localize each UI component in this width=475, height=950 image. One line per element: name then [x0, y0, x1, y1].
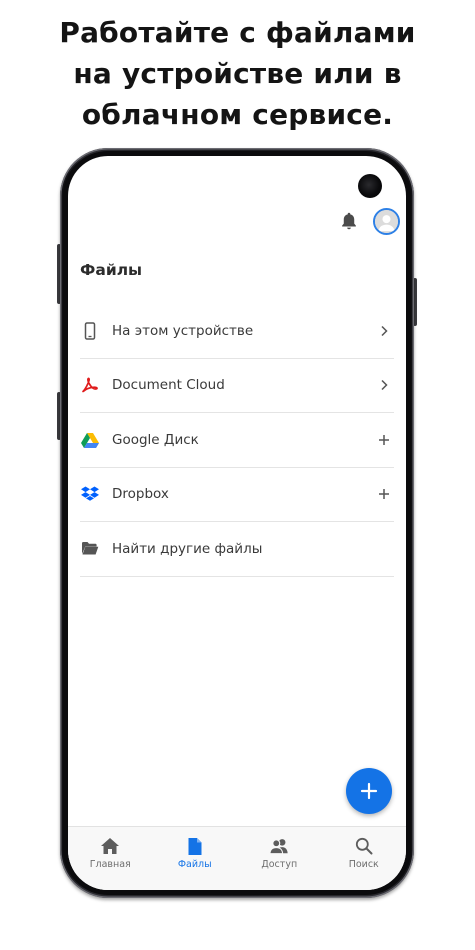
user-avatar-icon[interactable] — [373, 208, 400, 235]
home-icon — [100, 836, 120, 856]
location-document-cloud[interactable]: Document Cloud — [80, 359, 394, 413]
folder-icon — [81, 540, 99, 558]
nav-home[interactable]: Главная — [68, 827, 153, 890]
bell-icon[interactable] — [338, 210, 360, 232]
chevron-right-icon — [378, 325, 390, 337]
location-find-other-files[interactable]: Найти другие файлы — [80, 522, 394, 577]
headline-line-2: на устройстве или в — [73, 57, 402, 90]
plus-icon[interactable] — [378, 434, 390, 446]
nav-label: Файлы — [177, 859, 212, 870]
headline-line-3: облачном сервисе. — [81, 98, 394, 131]
location-google-drive[interactable]: Google Диск — [80, 413, 394, 468]
page-title: Файлы — [80, 261, 143, 279]
dropbox-icon — [81, 485, 99, 503]
plus-icon[interactable] — [378, 488, 390, 500]
search-icon — [354, 836, 374, 856]
location-label: На этом устройстве — [112, 322, 254, 339]
location-label: Dropbox — [112, 486, 169, 503]
acrobat-icon — [81, 376, 99, 394]
nav-label: Главная — [89, 859, 131, 870]
google-drive-icon — [81, 431, 99, 449]
location-dropbox[interactable]: Dropbox — [80, 468, 394, 522]
nav-label: Доступ — [261, 859, 298, 870]
people-icon — [269, 836, 289, 856]
nav-search[interactable]: Поиск — [322, 827, 407, 890]
front-camera — [358, 174, 382, 198]
nav-label: Поиск — [348, 859, 379, 870]
location-on-device[interactable]: На этом устройстве — [80, 304, 394, 359]
promo-headline: Работайте с файлами на устройстве или в … — [0, 12, 475, 135]
file-locations-list: На этом устройстве Document Cloud Google… — [80, 304, 394, 577]
chevron-right-icon — [378, 379, 390, 391]
plus-icon — [360, 782, 378, 800]
location-label: Google Диск — [112, 431, 199, 448]
file-icon — [185, 836, 205, 856]
nav-files[interactable]: Файлы — [153, 827, 238, 890]
location-label: Document Cloud — [112, 377, 225, 394]
nav-shared[interactable]: Доступ — [237, 827, 322, 890]
phone-frame: Файлы На этом устройстве Document Cloud … — [60, 148, 414, 898]
add-fab-button[interactable] — [346, 768, 392, 814]
phone-icon — [81, 322, 99, 340]
app-screen: Файлы На этом устройстве Document Cloud … — [68, 156, 406, 890]
bottom-navigation: Главная Файлы Доступ Поиск — [68, 826, 406, 890]
headline-line-1: Работайте с файлами — [59, 16, 416, 49]
location-label: Найти другие файлы — [112, 540, 263, 557]
